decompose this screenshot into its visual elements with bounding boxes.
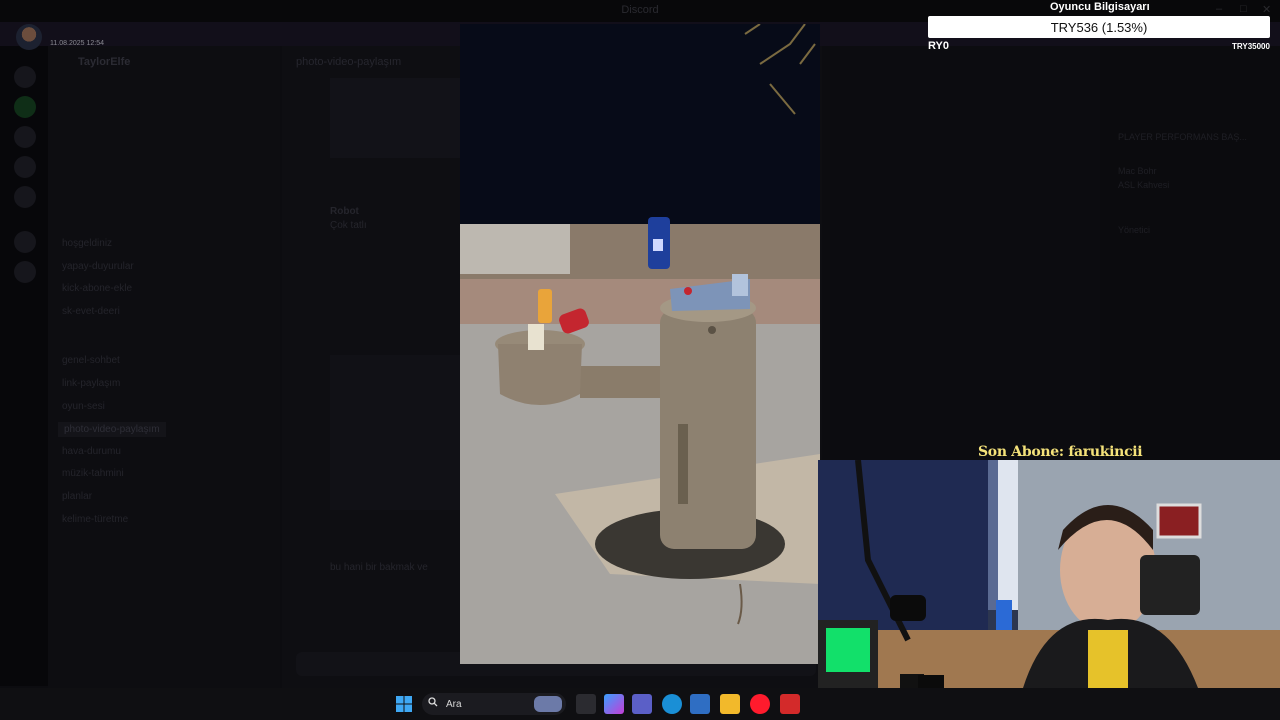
player-info-box: TRY536 (1.53%) bbox=[928, 16, 1270, 38]
member-item[interactable]: Mac Bohr bbox=[1118, 166, 1157, 176]
store-icon[interactable] bbox=[690, 694, 710, 714]
explore-icon[interactable] bbox=[14, 261, 36, 283]
maximize-button[interactable]: □ bbox=[1240, 3, 1247, 15]
server-rail bbox=[0, 46, 48, 686]
edge-icon[interactable] bbox=[662, 694, 682, 714]
channel-item[interactable]: link-paylaşım bbox=[62, 378, 120, 389]
streamer-avatar bbox=[16, 24, 42, 50]
webcam-scene bbox=[818, 460, 1280, 688]
search-highlight-icon[interactable] bbox=[534, 696, 562, 712]
copilot-icon[interactable] bbox=[604, 694, 624, 714]
member-list bbox=[1100, 46, 1280, 460]
member-item[interactable]: ASL Kahvesi bbox=[1118, 180, 1169, 190]
channel-item[interactable]: sk-evet-deeri bbox=[62, 306, 120, 317]
server-icon[interactable] bbox=[14, 186, 36, 208]
player-info-value: TRY536 (1.53%) bbox=[1050, 20, 1148, 35]
teams-icon[interactable] bbox=[632, 694, 652, 714]
channel-item[interactable]: oyun-sesi bbox=[62, 401, 105, 412]
channel-item[interactable]: genel-sohbet bbox=[62, 355, 120, 366]
windows-start-icon[interactable] bbox=[394, 694, 414, 714]
channel-item[interactable]: hoşgeldiniz bbox=[62, 238, 112, 249]
channel-item[interactable]: planlar bbox=[62, 491, 92, 502]
channel-sidebar bbox=[48, 46, 280, 688]
channel-item[interactable]: hava-durumu bbox=[62, 446, 121, 457]
fountain-photo bbox=[460, 24, 820, 664]
last-subscriber-label: Son Abone: farukincii bbox=[978, 444, 1143, 460]
member-item[interactable]: PLAYER PERFORMANS BAŞ... bbox=[1118, 132, 1247, 142]
server-icon[interactable] bbox=[14, 66, 36, 88]
server-icon[interactable] bbox=[14, 156, 36, 178]
server-icon[interactable] bbox=[14, 96, 36, 118]
add-server-icon[interactable] bbox=[14, 231, 36, 253]
currency-tag-right: TRY35000 bbox=[1232, 42, 1270, 51]
close-button[interactable]: ✕ bbox=[1262, 3, 1271, 16]
opera-icon[interactable] bbox=[750, 694, 770, 714]
search-icon bbox=[428, 697, 438, 707]
search-placeholder: Ara bbox=[446, 699, 462, 710]
channel-item-active[interactable]: photo-video-paylaşım bbox=[58, 422, 166, 437]
file-explorer-icon[interactable] bbox=[720, 694, 740, 714]
image-viewer[interactable] bbox=[460, 24, 820, 664]
currency-tag-left: RY0 bbox=[928, 40, 949, 52]
timestamp: 11.08.2025 12:54 bbox=[50, 40, 104, 47]
chat-image[interactable] bbox=[330, 78, 460, 158]
webcam-feed bbox=[818, 460, 1280, 688]
player-info-label: Oyuncu Bilgisayarı bbox=[1050, 1, 1150, 13]
chat-channel-header: photo-video-paylaşım bbox=[296, 56, 402, 68]
message-text: bu hani bir bakmak ve bbox=[330, 562, 428, 573]
server-icon[interactable] bbox=[14, 126, 36, 148]
message-text: Çok tatlı bbox=[330, 220, 367, 231]
channel-item[interactable]: yapay-duyurular bbox=[62, 261, 134, 272]
task-view-icon[interactable] bbox=[576, 694, 596, 714]
channel-item[interactable]: müzik-tahmini bbox=[62, 468, 124, 479]
member-item[interactable]: Yönetici bbox=[1118, 225, 1150, 235]
channel-item[interactable]: kelime-türetme bbox=[62, 514, 128, 525]
chat-image[interactable] bbox=[330, 355, 460, 510]
app-w-icon[interactable] bbox=[780, 694, 800, 714]
window-title: Discord bbox=[621, 4, 659, 16]
message-author[interactable]: Robot bbox=[330, 206, 359, 217]
minimize-button[interactable]: – bbox=[1216, 3, 1222, 15]
channel-item[interactable]: kick-abone-ekle bbox=[62, 283, 132, 294]
server-name[interactable]: TaylorElfe bbox=[78, 56, 130, 68]
